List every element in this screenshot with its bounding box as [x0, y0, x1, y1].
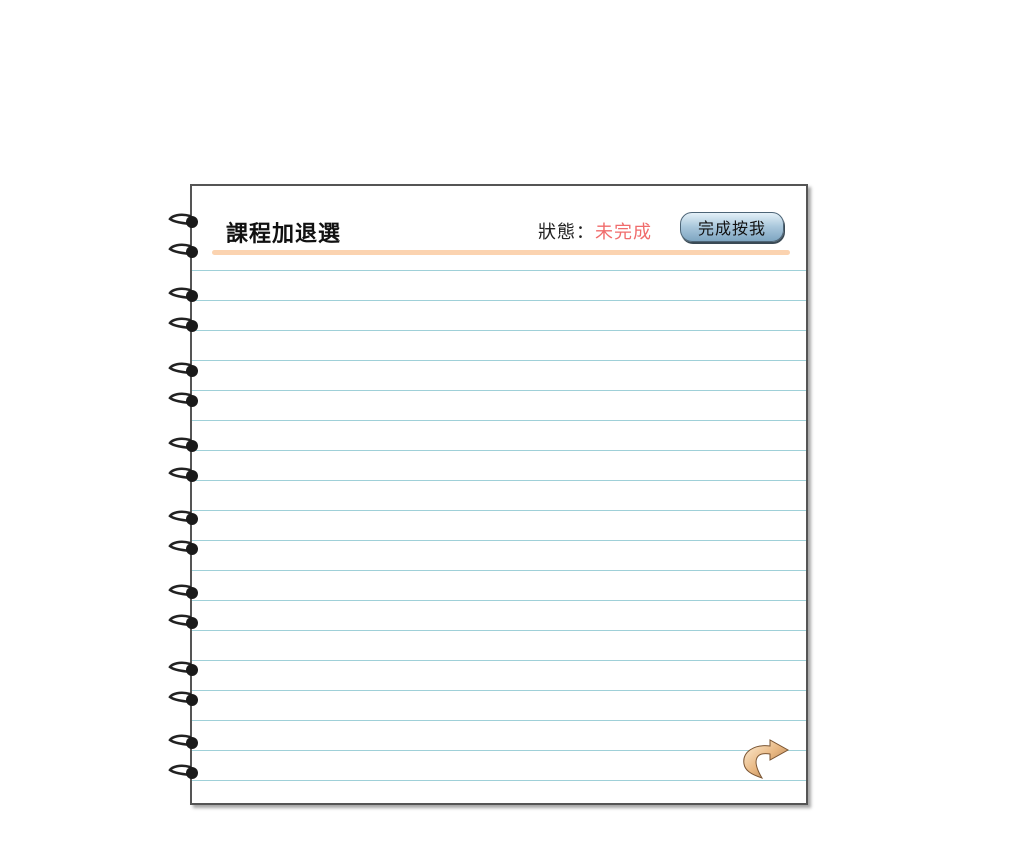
page-title: 課程加退選	[226, 222, 342, 247]
spiral-binding-ring-icon	[166, 660, 202, 678]
ruled-lines	[192, 270, 806, 803]
spiral-binding-ring-icon	[166, 242, 202, 260]
spiral-binding-ring-icon	[166, 733, 202, 751]
complete-button[interactable]: 完成按我	[680, 212, 784, 242]
notebook-page: 課程加退選 狀態：未完成 完成按我	[190, 184, 808, 805]
spiral-binding-ring-icon	[166, 316, 202, 334]
spiral-binding-ring-icon	[166, 539, 202, 557]
spiral-binding-ring-icon	[166, 361, 202, 379]
status-indicator: 狀態：未完成	[538, 218, 652, 244]
back-arrow-icon[interactable]	[740, 736, 792, 782]
spiral-binding-ring-icon	[166, 583, 202, 601]
spiral-binding-ring-icon	[166, 690, 202, 708]
spiral-binding-ring-icon	[166, 509, 202, 527]
status-value: 未完成	[595, 222, 652, 243]
spiral-binding-ring-icon	[166, 613, 202, 631]
spiral-binding-ring-icon	[166, 763, 202, 781]
spiral-binding-ring-icon	[166, 436, 202, 454]
status-label: 狀態：	[538, 222, 595, 243]
spiral-binding-ring-icon	[166, 212, 202, 230]
spiral-binding-ring-icon	[166, 391, 202, 409]
spiral-binding-ring-icon	[166, 466, 202, 484]
spiral-binding-ring-icon	[166, 286, 202, 304]
header-divider	[212, 250, 790, 255]
page: 課程加退選 狀態：未完成 完成按我	[0, 0, 1024, 850]
